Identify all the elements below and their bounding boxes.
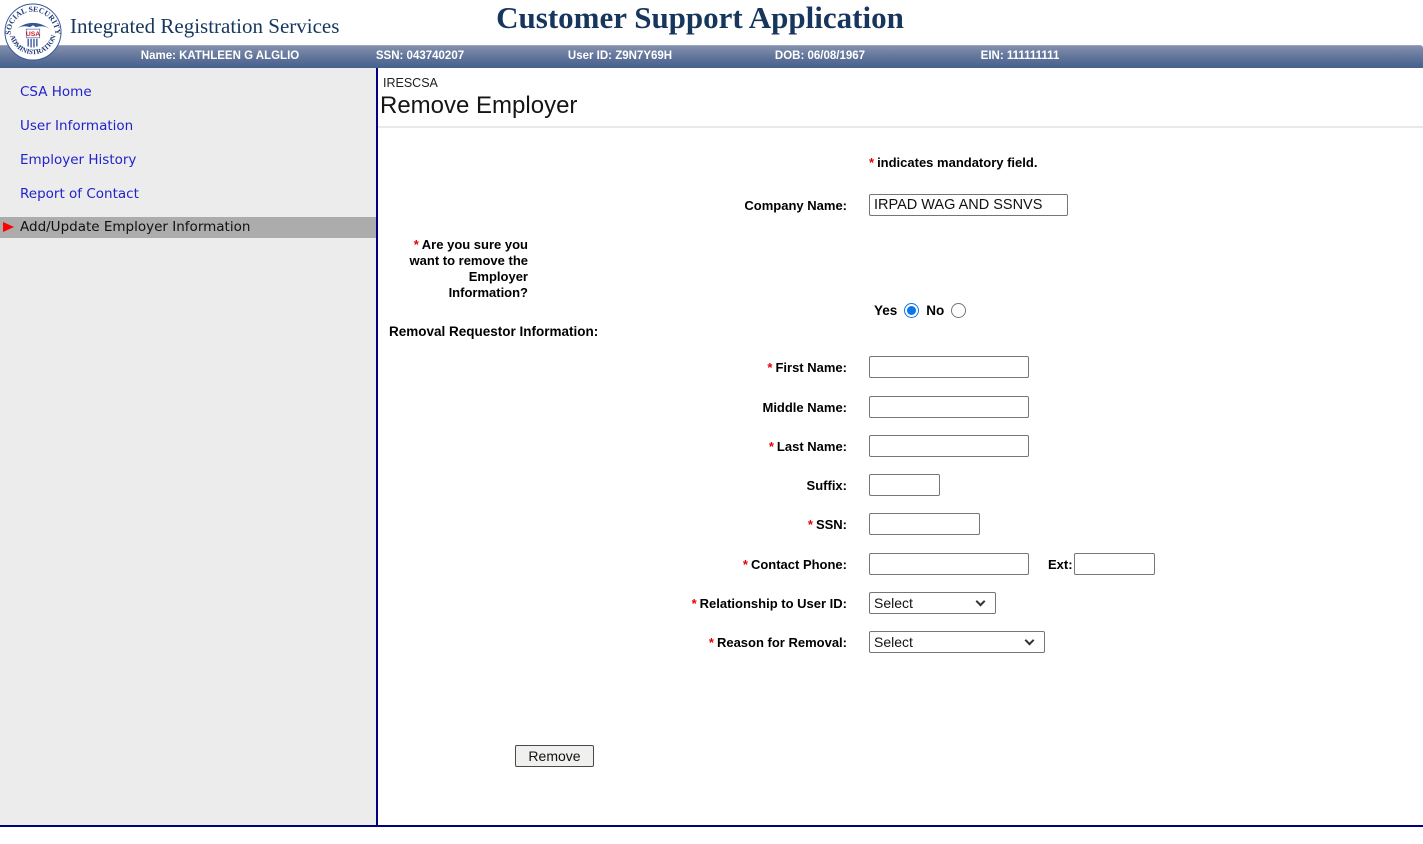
last-name-label: *Last Name: [540,439,847,454]
app-title: Customer Support Application [0,0,1400,36]
page-title: Remove Employer [380,92,577,120]
first-name-label: *First Name: [540,360,847,375]
confirm-remove-question: *Are you sure you want to remove the Emp… [386,237,528,301]
yes-radio[interactable] [904,303,919,318]
required-asterisk: * [709,635,714,650]
requestor-section-label: Removal Requestor Information: [389,324,598,339]
required-asterisk: * [767,360,772,375]
sidebar-item-report-of-contact[interactable]: Report of Contact [20,186,139,202]
suffix-label: Suffix: [540,478,847,493]
sidebar-divider [376,68,378,825]
middle-name-input[interactable] [869,396,1029,418]
sidebar-item-add-update-employer-information[interactable]: Add/Update Employer Information [0,217,376,238]
contact-phone-input[interactable] [869,553,1029,575]
ext-input[interactable] [1074,553,1155,575]
active-item-label: Add/Update Employer Information [20,217,250,238]
confirm-radio-group: Yes No [874,303,966,318]
sidebar: CSA Home User Information Employer Histo… [0,68,376,825]
user-id: User ID: Z9N7Y69H [520,45,720,68]
title-divider [378,126,1423,128]
company-name-label: Company Name: [540,198,847,213]
user-ein: EIN: 111111111 [920,45,1120,68]
mandatory-field-note: *indicates mandatory field. [869,155,1037,170]
user-dob: DOB: 06/08/1967 [720,45,920,68]
breadcrumb: IRESCSA [383,76,438,90]
sidebar-item-user-information[interactable]: User Information [20,118,133,134]
sidebar-item-employer-history[interactable]: Employer History [20,152,136,168]
remove-button[interactable]: Remove [515,745,594,767]
contact-phone-label: *Contact Phone: [540,557,847,572]
user-info-bar: Name: KATHLEEN G ALGLIO SSN: 043740207 U… [0,45,1423,68]
active-item-arrow-icon [3,222,14,232]
reason-select[interactable]: Select [869,631,1045,653]
ssn-input[interactable] [869,513,980,535]
bottom-divider [0,825,1423,827]
yes-label: Yes [874,303,897,318]
required-asterisk: * [414,237,419,252]
company-name-input[interactable] [869,194,1068,216]
no-label: No [926,303,944,318]
ssa-seal-logo: SOCIAL SECURITY ADMINISTRATION USA [4,3,62,61]
sidebar-item-csa-home[interactable]: CSA Home [20,84,92,100]
relationship-select[interactable]: Select [869,592,996,614]
no-radio[interactable] [951,303,966,318]
relationship-label: *Relationship to User ID: [540,596,847,611]
user-name: Name: KATHLEEN G ALGLIO [120,45,320,68]
middle-name-label: Middle Name: [540,400,847,415]
required-asterisk: * [743,557,748,572]
suffix-input[interactable] [869,474,940,496]
logo-usa-text: USA [26,31,40,38]
user-ssn: SSN: 043740207 [320,45,520,68]
required-asterisk: * [692,596,697,611]
ext-label: Ext: [1048,557,1073,572]
last-name-input[interactable] [869,435,1029,457]
reason-label: *Reason for Removal: [540,635,847,650]
required-asterisk: * [808,517,813,532]
page: SOCIAL SECURITY ADMINISTRATION USA Integ… [0,0,1423,844]
required-asterisk: * [769,439,774,454]
first-name-input[interactable] [869,356,1029,378]
required-asterisk: * [869,155,874,170]
ssn-label: *SSN: [540,517,847,532]
